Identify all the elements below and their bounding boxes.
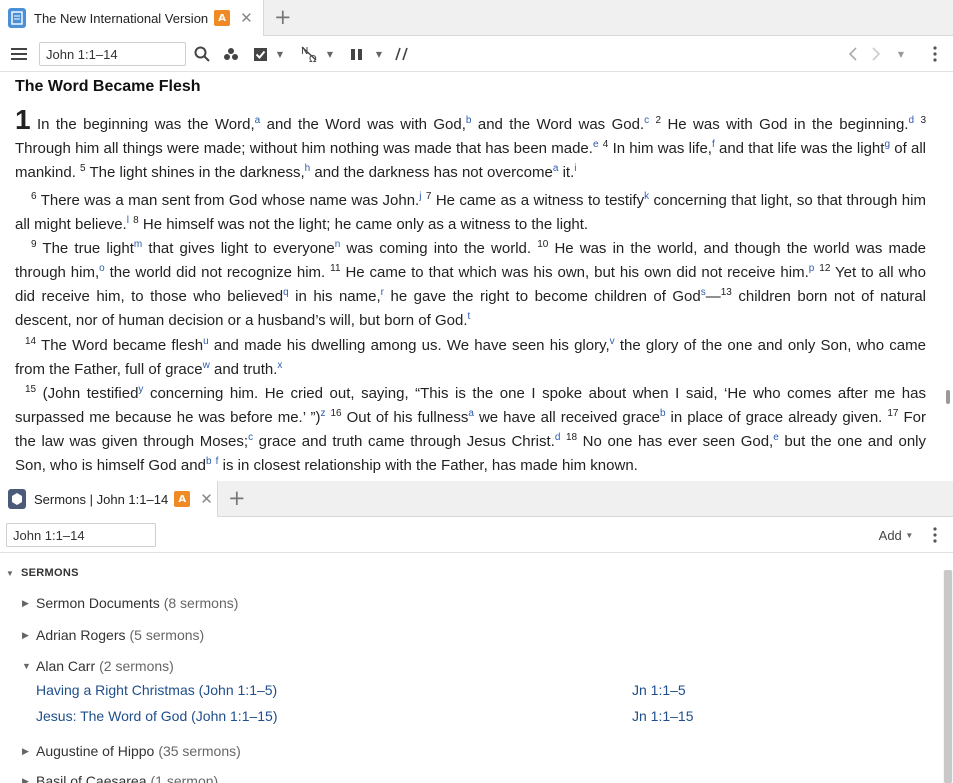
bible-scrollbar[interactable]	[943, 72, 953, 477]
group-count: (5 sermons)	[129, 627, 205, 643]
bible-paragraph: 15 (John testifiedy concerning him. He c…	[15, 384, 927, 475]
more-options-icon[interactable]	[928, 517, 942, 553]
sermon-reference-link[interactable]: Jn 1:1–5	[632, 682, 686, 698]
chevron-down-icon: ▼	[905, 530, 914, 540]
bible-book-icon	[8, 8, 26, 28]
chapter-number: 1	[15, 104, 31, 135]
bible-paragraph: 1 In the beginning was the Word,a and th…	[15, 104, 926, 182]
list-item[interactable]: ▼ Alan Carr (2 sermons)	[22, 658, 174, 674]
bible-paragraph: 14 The Word became fleshu and made his d…	[15, 336, 926, 379]
group-count: (35 sermons)	[158, 743, 241, 759]
tab-title: The New International Version	[34, 10, 209, 26]
history-dropdown-icon[interactable]: ▼	[894, 36, 908, 72]
expand-triangle-icon: ▶	[22, 775, 29, 783]
reference-input[interactable]	[6, 523, 156, 547]
expand-triangle-icon: ▶	[22, 629, 29, 640]
list-item[interactable]: ▶ Basil of Caesarea (1 sermon)	[22, 773, 218, 783]
group-name: Alan Carr	[36, 658, 96, 674]
sermon-icon	[8, 489, 26, 509]
scroll-thumb[interactable]	[946, 390, 950, 404]
bible-toolbar: ▼ NΩ ▼ ▼ ▼	[0, 36, 953, 72]
chevron-down-icon[interactable]: ▼	[324, 36, 336, 72]
sermon-reference-link[interactable]: Jn 1:1–15	[632, 708, 694, 724]
add-tab-icon[interactable]: +	[228, 487, 246, 509]
reference-input[interactable]	[39, 42, 186, 66]
checklist-icon[interactable]	[250, 36, 270, 72]
text-display-icon[interactable]	[393, 36, 411, 72]
list-item[interactable]: ▶ Sermon Documents (8 sermons)	[22, 595, 238, 611]
add-button[interactable]: Add ▼	[876, 517, 916, 553]
resource-badge: A	[174, 491, 191, 507]
group-name: Sermon Documents	[36, 595, 160, 611]
tab-title: Sermons | John 1:1–14	[34, 491, 169, 507]
expand-triangle-icon: ▶	[22, 745, 29, 756]
tab-sermons[interactable]: Sermons | John 1:1–14 A ✕	[0, 481, 218, 517]
collapse-triangle-icon: ▼	[6, 568, 15, 578]
sermons-toolbar: Add ▼	[0, 517, 953, 553]
search-icon[interactable]	[192, 36, 212, 72]
section-heading: The Word Became Flesh	[15, 78, 201, 95]
more-options-icon[interactable]	[928, 36, 942, 72]
tab-niv[interactable]: The New International Version A ✕	[0, 0, 264, 36]
collapse-triangle-icon: ▼	[22, 661, 31, 671]
interlinear-icon[interactable]: NΩ	[299, 36, 321, 72]
resource-badge: A	[214, 10, 231, 26]
list-item[interactable]: ▶ Adrian Rogers (5 sermons)	[22, 627, 204, 643]
sermons-list: ▼ SERMONS ▶ Sermon Documents (8 sermons)…	[0, 553, 943, 783]
chevron-down-icon[interactable]: ▼	[274, 36, 286, 72]
add-label: Add	[878, 527, 902, 543]
section-title: SERMONS	[21, 567, 79, 579]
close-icon[interactable]: ✕	[200, 490, 213, 508]
top-tab-strip: The New International Version A ✕ +	[0, 0, 953, 36]
bible-paragraph: 9 The true lightm that gives light to ev…	[15, 239, 927, 330]
visual-filter-icon[interactable]	[221, 36, 241, 72]
group-name: Augustine of Hippo	[36, 743, 155, 759]
group-name: Adrian Rogers	[36, 627, 126, 643]
forward-icon[interactable]	[866, 36, 886, 72]
group-name: Basil of Caesarea	[36, 773, 147, 783]
list-item[interactable]: ▶ Augustine of Hippo (35 sermons)	[22, 743, 241, 759]
group-count: (1 sermon)	[150, 773, 219, 783]
bible-text-panel: The Word Became Flesh 1 In the beginning…	[0, 72, 943, 477]
expand-triangle-icon: ▶	[22, 597, 29, 608]
parallel-resources-icon[interactable]	[347, 36, 365, 72]
sermon-link[interactable]: Having a Right Christmas (John 1:1–5)	[36, 682, 277, 698]
sermon-link[interactable]: Jesus: The Word of God (John 1:1–15)	[36, 708, 278, 724]
scroll-thumb[interactable]	[944, 570, 952, 783]
add-tab-icon[interactable]: +	[274, 6, 292, 28]
group-count: (2 sermons)	[99, 658, 174, 674]
group-count: (8 sermons)	[163, 595, 239, 611]
sermons-scrollbar[interactable]	[943, 570, 953, 783]
section-header[interactable]: ▼ SERMONS	[6, 567, 79, 579]
back-icon[interactable]	[843, 36, 863, 72]
chevron-down-icon[interactable]: ▼	[373, 36, 385, 72]
close-icon[interactable]: ✕	[240, 9, 253, 27]
bible-paragraph: 6 There was a man sent from God whose na…	[15, 191, 926, 234]
hamburger-menu-icon[interactable]	[9, 36, 29, 72]
bottom-tab-strip: Sermons | John 1:1–14 A ✕ +	[0, 481, 953, 517]
